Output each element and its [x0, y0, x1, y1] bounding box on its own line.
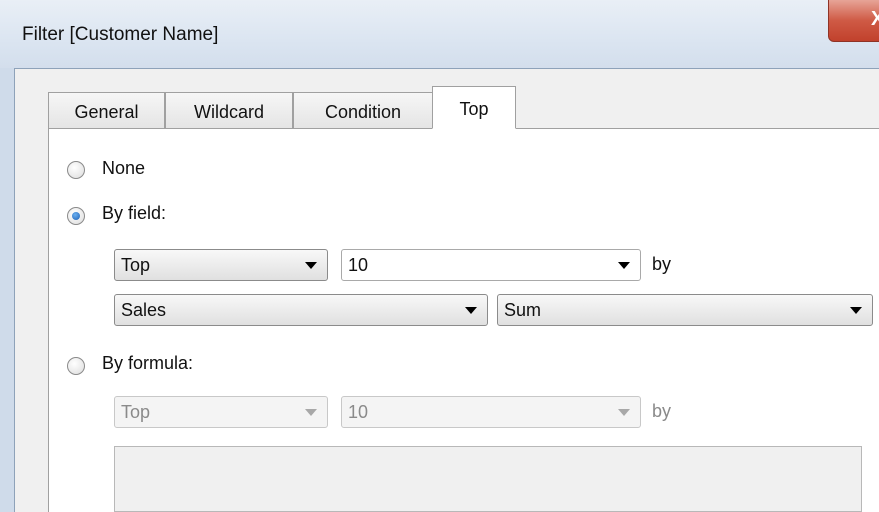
tab-condition[interactable]: Condition: [293, 92, 433, 129]
chevron-down-icon: [305, 262, 317, 269]
by-formula-count-combo: 10: [341, 396, 641, 428]
window-title: Filter [Customer Name]: [22, 24, 219, 45]
radio-none-label[interactable]: None: [102, 158, 145, 179]
close-icon: X: [871, 8, 879, 30]
by-field-aggregation-select[interactable]: Sum: [497, 294, 873, 326]
radio-by-formula[interactable]: [67, 357, 85, 375]
by-field-count-combo[interactable]: 10: [341, 249, 641, 281]
radio-none[interactable]: [67, 161, 85, 179]
chevron-down-icon: [850, 307, 862, 314]
window-titlebar: Filter [Customer Name]: [0, 0, 879, 68]
by-formula-direction-select: Top: [114, 396, 328, 428]
by-field-field-value: Sales: [121, 300, 167, 320]
radio-by-field[interactable]: [67, 207, 85, 225]
by-field-aggregation-value: Sum: [504, 300, 542, 320]
by-formula-by-label: by: [652, 401, 672, 421]
tab-top[interactable]: Top: [432, 86, 516, 129]
formula-editor: [114, 446, 862, 512]
radio-by-field-label[interactable]: By field:: [102, 203, 166, 224]
by-field-direction-select[interactable]: Top: [114, 249, 328, 281]
window-frame-left: [0, 68, 14, 512]
by-formula-direction-value: Top: [121, 402, 151, 422]
by-field-count-value: 10: [348, 255, 369, 275]
by-field-field-select[interactable]: Sales: [114, 294, 488, 326]
chevron-down-icon: [618, 409, 630, 416]
chevron-down-icon: [465, 307, 477, 314]
chevron-down-icon: [305, 409, 317, 416]
by-formula-count-value: 10: [348, 402, 369, 422]
tab-general[interactable]: General: [48, 92, 165, 129]
by-field-by-label: by: [652, 254, 672, 274]
close-button[interactable]: X: [828, 0, 879, 42]
tab-wildcard[interactable]: Wildcard: [165, 92, 293, 129]
by-field-direction-value: Top: [121, 255, 151, 275]
chevron-down-icon: [618, 262, 630, 269]
radio-by-formula-label[interactable]: By formula:: [102, 353, 193, 374]
